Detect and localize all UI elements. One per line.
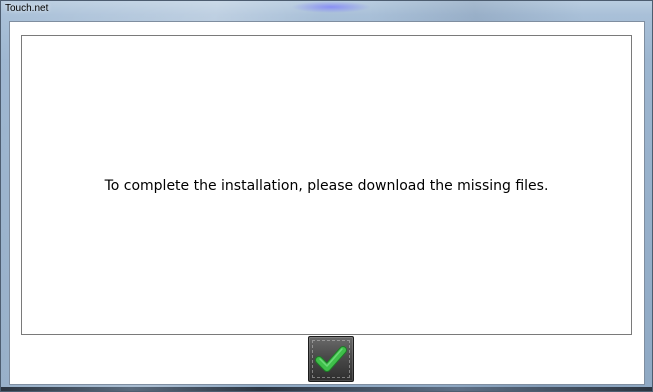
title-bar[interactable]: Touch.net	[1, 1, 652, 19]
window-title: Touch.net	[5, 3, 49, 14]
confirm-button[interactable]	[308, 336, 354, 382]
title-bar-glow	[291, 1, 371, 13]
dialog-client-area: To complete the installation, please dow…	[9, 21, 645, 385]
dialog-message: To complete the installation, please dow…	[104, 178, 549, 194]
message-panel: To complete the installation, please dow…	[21, 35, 632, 335]
window-bottom-edge	[1, 387, 652, 391]
app-window: Touch.net To complete the installation, …	[0, 0, 653, 392]
checkmark-icon	[315, 346, 347, 372]
button-bar	[10, 335, 644, 384]
